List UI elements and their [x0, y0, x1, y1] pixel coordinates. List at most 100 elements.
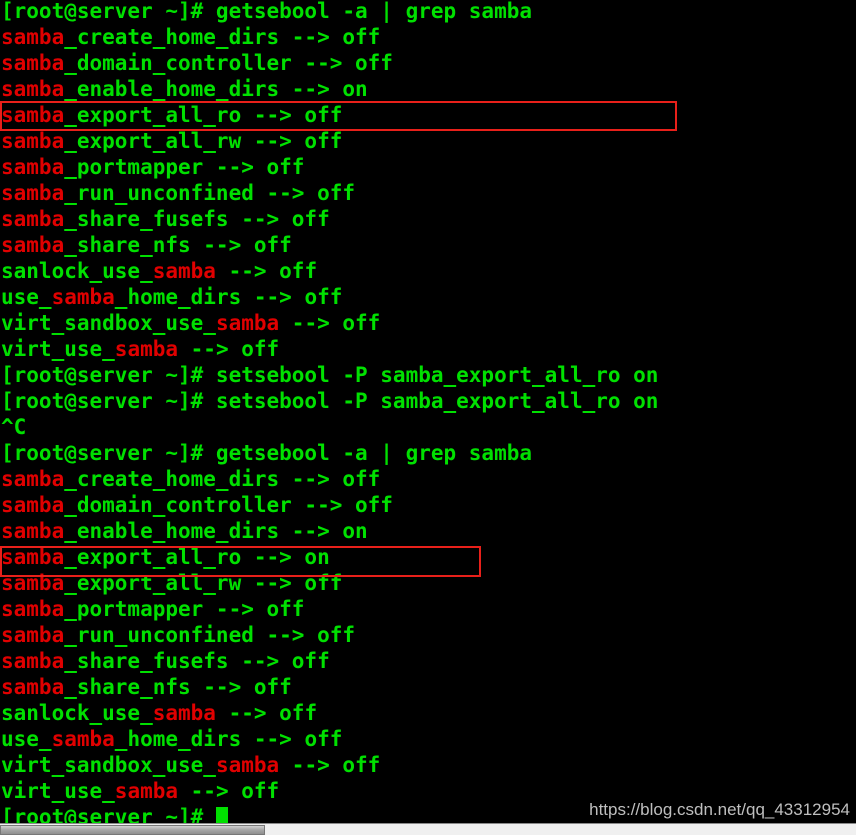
watermark-text: https://blog.csdn.net/qq_43312954 [589, 800, 850, 819]
terminal-line: [root@server ~]# setsebool -P samba_expo… [0, 388, 856, 414]
line-text: _home_dirs --> off [114, 727, 343, 751]
grep-match: samba [152, 259, 216, 283]
terminal-line: [root@server ~]# setsebool -P samba_expo… [0, 362, 856, 388]
terminal-line: virt_sandbox_use_samba --> off [0, 752, 856, 778]
line-text: virt_use_ [1, 337, 115, 361]
block-cursor [215, 807, 228, 823]
line-text: [root@server ~]# setsebool -P samba_expo… [1, 363, 659, 387]
grep-match: samba [1, 493, 65, 517]
terminal-line: samba_export_all_ro --> on [0, 544, 856, 570]
terminal-line: samba_portmapper --> off [0, 596, 856, 622]
grep-match: samba [1, 597, 65, 621]
terminal-line: sanlock_use_samba --> off [0, 700, 856, 726]
line-text: virt_sandbox_use_ [1, 311, 216, 335]
horizontal-scrollbar[interactable] [0, 823, 856, 835]
terminal-line: samba_run_unconfined --> off [0, 180, 856, 206]
line-text: _run_unconfined --> off [64, 181, 356, 205]
terminal-line: samba_enable_home_dirs --> on [0, 76, 856, 102]
grep-match: samba [1, 623, 65, 647]
shell-prompt: [root@server ~]# [1, 805, 216, 823]
grep-match: samba [1, 571, 65, 595]
terminal-line: virt_use_samba --> off [0, 336, 856, 362]
grep-match: samba [1, 129, 65, 153]
grep-match: samba [1, 51, 65, 75]
terminal-line: samba_create_home_dirs --> off [0, 466, 856, 492]
terminal-line: samba_export_all_ro --> off [0, 102, 856, 128]
terminal-line: sanlock_use_samba --> off [0, 258, 856, 284]
terminal-line: samba_create_home_dirs --> off [0, 24, 856, 50]
line-text: ^C [1, 415, 27, 439]
grep-match: samba [114, 779, 179, 803]
line-text: --> off [279, 311, 381, 335]
line-text: virt_sandbox_use_ [1, 753, 216, 777]
terminal-line: use_samba_home_dirs --> off [0, 726, 856, 752]
line-text: use_ [1, 727, 52, 751]
terminal-line: samba_export_all_rw --> off [0, 128, 856, 154]
terminal-window[interactable]: [root@server ~]# getsebool -a | grep sam… [0, 0, 856, 823]
terminal-line: samba_share_nfs --> off [0, 232, 856, 258]
line-text: _portmapper --> off [64, 155, 305, 179]
terminal-line: ^C [0, 414, 856, 440]
grep-match: samba [152, 701, 216, 725]
line-text: sanlock_use_ [1, 701, 153, 725]
line-text: _run_unconfined --> off [64, 623, 356, 647]
line-text: _portmapper --> off [64, 597, 305, 621]
line-text: _export_all_ro --> on [64, 545, 330, 569]
terminal-line: samba_enable_home_dirs --> on [0, 518, 856, 544]
terminal-line: samba_share_nfs --> off [0, 674, 856, 700]
line-text: use_ [1, 285, 52, 309]
terminal-output: [root@server ~]# getsebool -a | grep sam… [0, 0, 856, 823]
grep-match: samba [1, 181, 65, 205]
line-text: _domain_controller --> off [64, 493, 393, 517]
line-text: _share_fusefs --> off [64, 207, 330, 231]
grep-match: samba [1, 233, 65, 257]
grep-match: samba [1, 155, 65, 179]
grep-match: samba [215, 753, 280, 777]
line-text: sanlock_use_ [1, 259, 153, 283]
terminal-line: samba_run_unconfined --> off [0, 622, 856, 648]
terminal-line: samba_share_fusefs --> off [0, 206, 856, 232]
grep-match: samba [51, 727, 115, 751]
grep-match: samba [1, 467, 65, 491]
line-text: [root@server ~]# getsebool -a | grep sam… [1, 0, 533, 23]
terminal-line: samba_domain_controller --> off [0, 492, 856, 518]
terminal-line: samba_portmapper --> off [0, 154, 856, 180]
terminal-line: use_samba_home_dirs --> off [0, 284, 856, 310]
line-text: _share_nfs --> off [64, 233, 292, 257]
line-text: virt_use_ [1, 779, 115, 803]
line-text: _export_all_rw --> off [64, 571, 343, 595]
grep-match: samba [114, 337, 179, 361]
terminal-line: samba_export_all_rw --> off [0, 570, 856, 596]
line-text: --> off [178, 337, 280, 361]
scrollbar-thumb[interactable] [0, 825, 265, 835]
grep-match: samba [1, 545, 65, 569]
grep-match: samba [1, 77, 65, 101]
terminal-line: [root@server ~]# getsebool -a | grep sam… [0, 440, 856, 466]
line-text: _domain_controller --> off [64, 51, 393, 75]
line-text: _home_dirs --> off [114, 285, 343, 309]
grep-match: samba [215, 311, 280, 335]
grep-match: samba [1, 103, 65, 127]
grep-match: samba [1, 25, 65, 49]
grep-match: samba [1, 519, 65, 543]
line-text: _share_fusefs --> off [64, 649, 330, 673]
line-text: [root@server ~]# getsebool -a | grep sam… [1, 441, 533, 465]
line-text: _enable_home_dirs --> on [64, 77, 368, 101]
line-text: [root@server ~]# setsebool -P samba_expo… [1, 389, 659, 413]
line-text: _export_all_rw --> off [64, 129, 343, 153]
line-text: --> off [178, 779, 280, 803]
line-text: --> off [279, 753, 381, 777]
line-text: _share_nfs --> off [64, 675, 292, 699]
grep-match: samba [1, 649, 65, 673]
terminal-line: samba_share_fusefs --> off [0, 648, 856, 674]
grep-match: samba [51, 285, 115, 309]
grep-match: samba [1, 207, 65, 231]
terminal-line: virt_sandbox_use_samba --> off [0, 310, 856, 336]
line-text: _create_home_dirs --> off [64, 467, 381, 491]
line-text: --> off [215, 701, 318, 725]
terminal-line: [root@server ~]# getsebool -a | grep sam… [0, 0, 856, 24]
line-text: _enable_home_dirs --> on [64, 519, 368, 543]
line-text: _export_all_ro --> off [64, 103, 343, 127]
line-text: _create_home_dirs --> off [64, 25, 381, 49]
terminal-line: samba_domain_controller --> off [0, 50, 856, 76]
